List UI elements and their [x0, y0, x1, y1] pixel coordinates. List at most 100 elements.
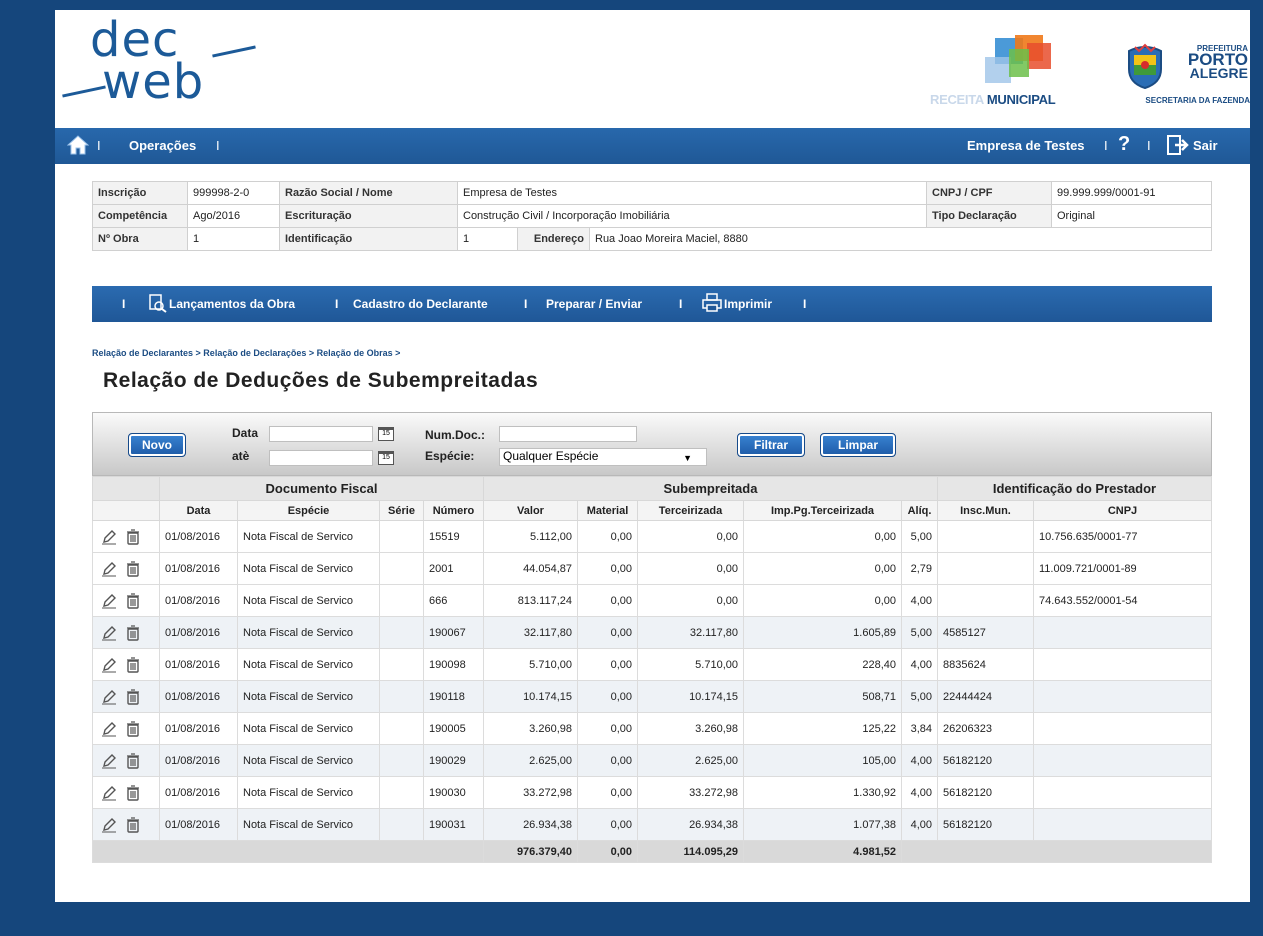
printer-icon	[702, 293, 722, 312]
data-fim-input[interactable]	[269, 450, 373, 466]
menu-operacoes[interactable]: Operações	[129, 138, 196, 153]
table-row[interactable]: 01/08/2016 Nota Fiscal de Servico 190118 10…	[92, 680, 1212, 713]
menu-cadastro[interactable]: Cadastro do Declarante	[353, 297, 488, 311]
table-row[interactable]: 01/08/2016 Nota Fiscal de Servico 190029 2.…	[92, 744, 1212, 777]
trash-icon[interactable]	[125, 816, 141, 833]
logout-button[interactable]: Sair	[1193, 138, 1218, 153]
info-value: Ago/2016	[187, 204, 280, 228]
totals-spacer	[92, 840, 484, 863]
edit-icon[interactable]	[101, 529, 117, 545]
edit-icon[interactable]	[101, 785, 117, 801]
top-navbar: I Operações I Empresa de Testes I ? I Sa…	[55, 128, 1250, 164]
column-header: Série	[379, 500, 424, 521]
group-header-empty	[92, 476, 160, 501]
table-cell	[1033, 808, 1212, 841]
trash-icon[interactable]	[125, 688, 141, 705]
table-cell: 56182120	[937, 744, 1034, 777]
info-value: Rua Joao Moreira Maciel, 8880	[589, 227, 1212, 251]
edit-icon[interactable]	[101, 753, 117, 769]
table-row[interactable]: 01/08/2016 Nota Fiscal de Servico 15519 5.1…	[92, 520, 1212, 553]
table-row[interactable]: 01/08/2016 Nota Fiscal de Servico 190005 3.…	[92, 712, 1212, 745]
table-cell: 01/08/2016	[159, 808, 238, 841]
table-cell: 190005	[423, 712, 484, 745]
table-cell: 10.174,15	[483, 680, 578, 713]
table-cell: 105,00	[743, 744, 902, 777]
table-cell: Nota Fiscal de Servico	[237, 584, 380, 617]
table-row[interactable]: 01/08/2016 Nota Fiscal de Servico 190067 32…	[92, 616, 1212, 649]
edit-icon[interactable]	[101, 561, 117, 577]
filtrar-button[interactable]: Filtrar	[737, 433, 805, 457]
trash-icon[interactable]	[125, 624, 141, 641]
table-cell: 5,00	[901, 616, 938, 649]
help-icon[interactable]: ?	[1118, 133, 1130, 156]
especie-select[interactable]: Qualquer Espécie ▼	[499, 448, 707, 466]
table-row[interactable]: 01/08/2016 Nota Fiscal de Servico 190098 5.…	[92, 648, 1212, 681]
row-actions	[92, 744, 160, 777]
trash-icon[interactable]	[125, 592, 141, 609]
table-row[interactable]: 01/08/2016 Nota Fiscal de Servico 666 813.1…	[92, 584, 1212, 617]
limpar-button[interactable]: Limpar	[820, 433, 896, 457]
info-value: 1	[187, 227, 280, 251]
table-cell: 32.117,80	[483, 616, 578, 649]
home-icon[interactable]	[67, 135, 89, 155]
table-cell	[1033, 680, 1212, 713]
menu-preparar[interactable]: Preparar / Enviar	[546, 297, 642, 311]
logout-icon[interactable]	[1167, 135, 1189, 155]
total-imp: 4.981,52	[743, 840, 902, 863]
data-inicio-input[interactable]	[269, 426, 373, 442]
table-cell: 4,00	[901, 776, 938, 809]
edit-icon[interactable]	[101, 593, 117, 609]
table-cell: 0,00	[577, 520, 638, 553]
table-cell: 3,84	[901, 712, 938, 745]
trash-icon[interactable]	[125, 752, 141, 769]
table-cell: 2,79	[901, 552, 938, 585]
table-cell: 3.260,98	[483, 712, 578, 745]
info-value: 999998-2-0	[187, 181, 280, 205]
menu-imprimir[interactable]: Imprimir	[724, 297, 772, 311]
table-cell: 1.330,92	[743, 776, 902, 809]
edit-icon[interactable]	[101, 625, 117, 641]
table-cell: 15519	[423, 520, 484, 553]
receita-municipal-logo: RECEITA MUNICIPAL	[930, 92, 1056, 107]
table-row[interactable]: 01/08/2016 Nota Fiscal de Servico 190031 26…	[92, 808, 1212, 841]
group-header: Documento Fiscal	[159, 476, 484, 501]
menu-lancamentos[interactable]: Lançamentos da Obra	[169, 297, 295, 311]
table-cell: Nota Fiscal de Servico	[237, 776, 380, 809]
info-label: Identificação	[279, 227, 458, 251]
calendar-icon[interactable]: 15	[378, 427, 394, 441]
breadcrumb[interactable]: Relação de Declarantes > Relação de Decl…	[92, 348, 400, 358]
table-row[interactable]: 01/08/2016 Nota Fiscal de Servico 190030 33…	[92, 776, 1212, 809]
company-name[interactable]: Empresa de Testes	[967, 138, 1085, 153]
trash-icon[interactable]	[125, 560, 141, 577]
trash-icon[interactable]	[125, 528, 141, 545]
table-body: 01/08/2016 Nota Fiscal de Servico 15519 5.1…	[92, 520, 1212, 841]
table-cell: 26.934,38	[483, 808, 578, 841]
row-actions	[92, 712, 160, 745]
edit-icon[interactable]	[101, 689, 117, 705]
numdoc-input[interactable]	[499, 426, 637, 442]
table-cell: Nota Fiscal de Servico	[237, 520, 380, 553]
table-cell: 1.605,89	[743, 616, 902, 649]
total-terceirizada: 114.095,29	[637, 840, 744, 863]
edit-icon[interactable]	[101, 817, 117, 833]
totals-spacer	[901, 840, 1212, 863]
table-cell: 01/08/2016	[159, 776, 238, 809]
table-cell: 228,40	[743, 648, 902, 681]
group-header: Subempreitada	[483, 476, 938, 501]
table-cell: 10.756.635/0001-77	[1033, 520, 1212, 553]
edit-icon[interactable]	[101, 657, 117, 673]
totals-row: 976.379,40 0,00 114.095,29 4.981,52	[92, 840, 1212, 863]
table-cell	[1033, 648, 1212, 681]
info-value: 99.999.999/0001-91	[1051, 181, 1212, 205]
trash-icon[interactable]	[125, 656, 141, 673]
data-label: Data	[232, 426, 259, 440]
table-row[interactable]: 01/08/2016 Nota Fiscal de Servico 2001 44.0…	[92, 552, 1212, 585]
row-actions	[92, 552, 160, 585]
edit-icon[interactable]	[101, 721, 117, 737]
receita-logo-icon	[985, 35, 1055, 95]
header	[55, 10, 1250, 128]
trash-icon[interactable]	[125, 720, 141, 737]
calendar-icon[interactable]: 15	[378, 451, 394, 465]
trash-icon[interactable]	[125, 784, 141, 801]
novo-button[interactable]: Novo	[128, 433, 186, 457]
